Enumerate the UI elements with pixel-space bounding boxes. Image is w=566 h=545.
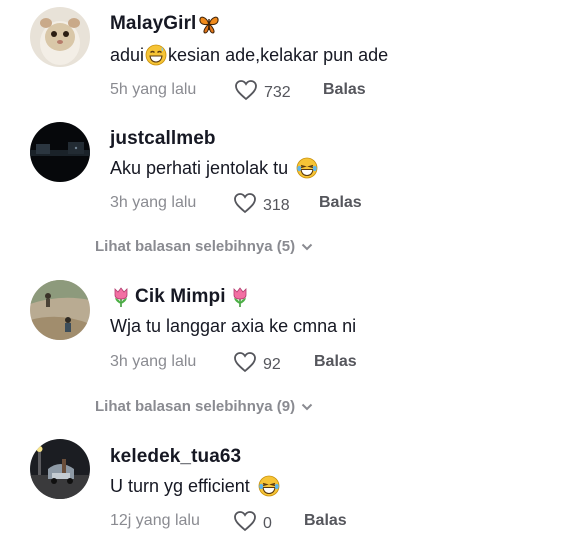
comment-time: 3h yang lalu xyxy=(110,353,197,370)
comment-time: 5h yang lalu xyxy=(110,81,197,98)
tulip-icon xyxy=(229,286,251,308)
like-count: 92 xyxy=(263,355,281,373)
avatar[interactable] xyxy=(30,439,90,499)
butterfly-icon xyxy=(198,13,220,35)
heart-icon xyxy=(233,351,257,378)
like-button[interactable]: 92 xyxy=(233,351,281,378)
comment-text: Aku perhati jentolak tu xyxy=(110,157,318,179)
avatar[interactable] xyxy=(30,7,90,67)
heart-icon xyxy=(233,192,257,219)
username[interactable]: Cik Mimpi xyxy=(110,286,251,308)
tulip-icon xyxy=(110,286,132,308)
comment-time: 12j yang lalu xyxy=(110,512,200,529)
view-more-replies-button[interactable]: Lihat balasan selebihnya (9) xyxy=(95,398,313,415)
avatar[interactable] xyxy=(30,122,90,182)
reply-button[interactable]: Balas xyxy=(314,353,357,371)
username[interactable]: keledek_tua63 xyxy=(110,446,241,468)
comment-time: 3h yang lalu xyxy=(110,194,197,211)
grinning-sweat-emoji xyxy=(145,44,167,66)
reply-button[interactable]: Balas xyxy=(319,194,362,212)
like-button[interactable]: 732 xyxy=(234,79,291,106)
like-count: 318 xyxy=(263,196,290,214)
reply-button[interactable]: Balas xyxy=(323,81,366,99)
like-count: 0 xyxy=(263,514,272,532)
view-more-replies-button[interactable]: Lihat balasan selebihnya (5) xyxy=(95,238,313,255)
username[interactable]: MalayGirl xyxy=(110,13,220,35)
laughing-tears-emoji xyxy=(258,475,280,497)
comment-text: adui kesian ade,kelakar pun ade xyxy=(110,44,389,66)
username[interactable]: justcallmeb xyxy=(110,128,216,150)
username-text: Cik Mimpi xyxy=(135,286,226,307)
like-count: 732 xyxy=(264,83,291,101)
username-text: MalayGirl xyxy=(110,13,197,34)
chevron-down-icon xyxy=(301,398,313,415)
like-button[interactable]: 0 xyxy=(233,510,272,537)
chevron-down-icon xyxy=(301,238,313,255)
username-text: keledek_tua63 xyxy=(110,446,242,467)
avatar[interactable] xyxy=(30,280,90,340)
heart-icon xyxy=(234,79,258,106)
heart-icon xyxy=(233,510,257,537)
laughing-tears-emoji xyxy=(296,157,318,179)
like-button[interactable]: 318 xyxy=(233,192,290,219)
reply-button[interactable]: Balas xyxy=(304,512,347,530)
username-text: justcallmeb xyxy=(110,128,216,149)
comment-text: Wja tu langgar axia ke cmna ni xyxy=(110,316,357,336)
comment-text: U turn yg efficient xyxy=(110,475,280,497)
